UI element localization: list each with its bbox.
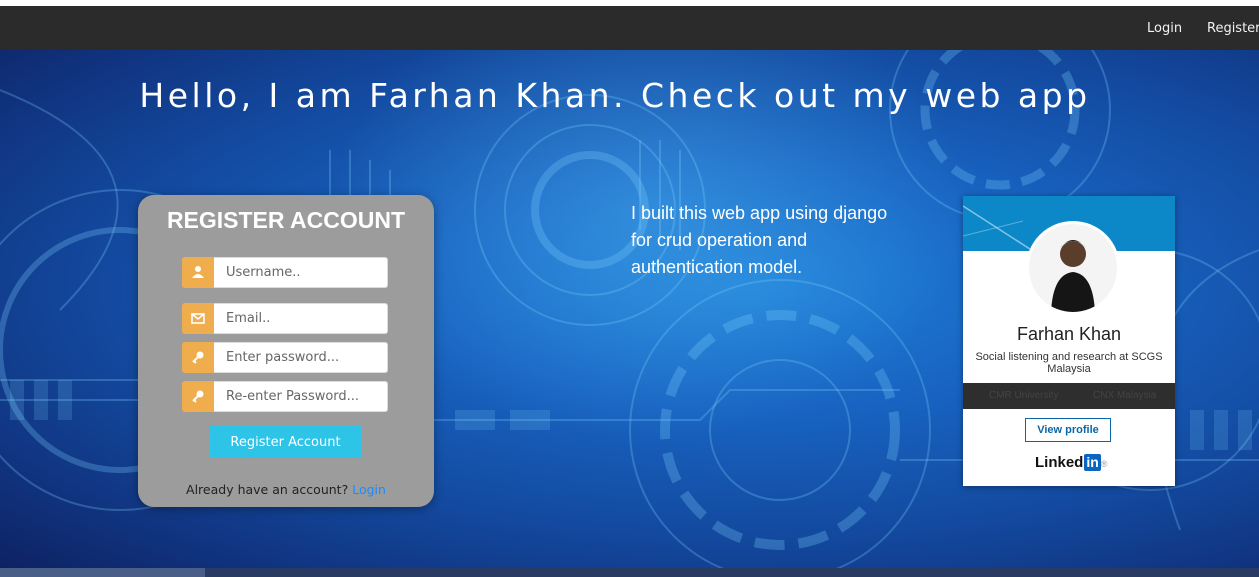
view-profile-button[interactable]: View profile — [1025, 418, 1111, 442]
login-prompt: Already have an account? Login — [138, 482, 434, 497]
hero-section: Hello, I am Farhan Khan. Check out my we… — [0, 50, 1259, 577]
password-confirm-input[interactable] — [214, 381, 388, 412]
scrollbar-thumb[interactable] — [0, 568, 205, 577]
avatar — [1026, 221, 1120, 315]
navbar: Login Register — [0, 6, 1259, 50]
envelope-icon — [182, 303, 214, 334]
key-icon — [182, 381, 214, 412]
login-link[interactable]: Login — [352, 482, 386, 497]
description-line: I built this web app using django — [631, 203, 888, 223]
linkedin-logo-text: Linked — [1035, 454, 1084, 471]
description-line: for crud operation and — [631, 230, 808, 250]
profile-education: CMR University — [989, 390, 1059, 401]
password-field — [182, 342, 388, 373]
username-field — [182, 257, 388, 288]
register-account-button[interactable]: Register Account — [210, 426, 361, 458]
linkedin-logo: Linked in ® — [1035, 454, 1107, 472]
registered-mark: ® — [1100, 459, 1108, 469]
email-field — [182, 303, 388, 334]
login-prompt-text: Already have an account? — [186, 482, 349, 497]
nav-login-link[interactable]: Login — [1147, 21, 1182, 36]
hero-title: Hello, I am Farhan Khan. Check out my we… — [139, 76, 1091, 115]
password-confirm-field — [182, 381, 388, 412]
profile-location: CNX Malaysia — [1093, 390, 1157, 401]
user-icon — [182, 257, 214, 288]
linkedin-in-box: in — [1084, 454, 1101, 471]
username-input[interactable] — [214, 257, 388, 288]
profile-details-band: CMR University CNX Malaysia — [963, 383, 1175, 409]
description-line: authentication model. — [631, 257, 803, 277]
register-title: REGISTER ACCOUNT — [166, 207, 406, 233]
profile-headline: Social listening and research at SCGS Ma… — [975, 351, 1163, 375]
profile-name: Farhan Khan — [1016, 324, 1122, 344]
nav-register-link[interactable]: Register — [1207, 21, 1259, 36]
password-input[interactable] — [214, 342, 388, 373]
app-description: I built this web app using django for cr… — [631, 200, 951, 281]
key-icon — [182, 342, 214, 373]
register-card: REGISTER ACCOUNT Register Accou — [138, 195, 434, 507]
linkedin-badge: Farhan Khan Social listening and researc… — [963, 196, 1175, 486]
email-input[interactable] — [214, 303, 388, 334]
